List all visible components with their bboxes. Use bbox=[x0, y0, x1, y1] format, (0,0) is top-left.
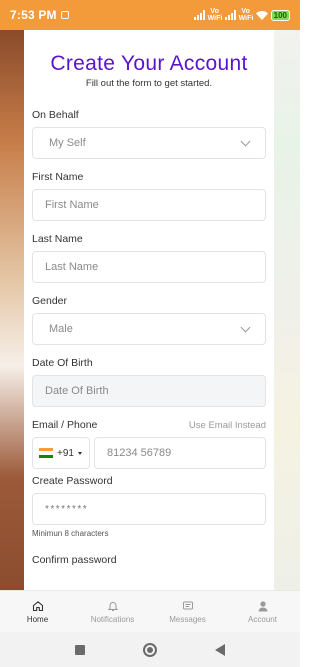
india-flag-icon bbox=[39, 448, 53, 458]
status-time: 7:53 PM bbox=[10, 8, 57, 22]
chevron-down-icon bbox=[240, 136, 251, 146]
vowifi-label: Vo WiFi bbox=[207, 8, 223, 22]
gender-value: Male bbox=[49, 323, 73, 335]
confirm-password-label: Confirm password bbox=[32, 554, 117, 566]
signal-icon bbox=[193, 10, 205, 20]
last-name-label: Last Name bbox=[32, 233, 83, 245]
dob-input[interactable]: Date Of Birth bbox=[32, 375, 266, 407]
nav-label-notifications: Notifications bbox=[90, 614, 135, 624]
chevron-down-icon bbox=[240, 322, 251, 332]
user-icon bbox=[257, 600, 269, 612]
signup-form-card: Create Your Account Fill out the form to… bbox=[24, 38, 274, 598]
nav-item-account[interactable]: Account bbox=[225, 591, 300, 632]
bottom-nav: Home Notifications Messages Account bbox=[0, 590, 300, 632]
password-value: ******** bbox=[45, 503, 89, 515]
nav-label-account: Account bbox=[248, 614, 277, 624]
country-code-value: +91 bbox=[57, 447, 74, 459]
bell-icon bbox=[107, 600, 119, 612]
nav-label-messages: Messages bbox=[169, 614, 206, 624]
background-image-right bbox=[274, 30, 300, 590]
page-subtitle: Fill out the form to get started. bbox=[85, 78, 213, 89]
home-icon bbox=[32, 600, 44, 612]
gender-select[interactable]: Male bbox=[32, 313, 266, 345]
signal-icon bbox=[224, 10, 236, 20]
vowifi-label: Vo WiFi bbox=[238, 8, 254, 22]
on-behalf-select[interactable]: My Self bbox=[32, 127, 266, 159]
home-circle-icon[interactable] bbox=[143, 642, 157, 657]
nav-item-home[interactable]: Home bbox=[0, 591, 75, 632]
gender-label: Gender bbox=[32, 295, 68, 307]
password-input[interactable]: ******** bbox=[32, 493, 266, 525]
page-title: Create Your Account bbox=[50, 52, 248, 75]
caret-down-icon bbox=[77, 451, 82, 455]
use-email-toggle[interactable]: Use Email Instead bbox=[189, 420, 266, 431]
nav-item-notifications[interactable]: Notifications bbox=[75, 591, 150, 632]
status-bar: 7:53 PM Vo WiFi Vo WiFi 100 bbox=[0, 0, 300, 30]
dob-placeholder: Date Of Birth bbox=[45, 385, 109, 397]
background-image-left bbox=[0, 30, 24, 590]
contact-label-row: Email / Phone Use Email Instead bbox=[32, 419, 266, 431]
nav-item-messages[interactable]: Messages bbox=[150, 591, 225, 632]
instagram-icon bbox=[60, 11, 69, 19]
first-name-placeholder: First Name bbox=[45, 199, 99, 211]
last-name-input[interactable]: Last Name bbox=[32, 251, 266, 283]
on-behalf-value: My Self bbox=[49, 137, 86, 149]
phone-placeholder: 81234 56789 bbox=[107, 447, 172, 459]
contact-label: Email / Phone bbox=[32, 419, 98, 431]
last-name-placeholder: Last Name bbox=[45, 261, 99, 273]
dob-label: Date Of Birth bbox=[32, 357, 93, 369]
system-nav-bar bbox=[0, 632, 300, 667]
password-hint: Minimun 8 characters bbox=[32, 529, 109, 538]
back-icon[interactable] bbox=[215, 643, 225, 656]
nav-label-home: Home bbox=[26, 614, 49, 624]
on-behalf-label: On Behalf bbox=[32, 109, 79, 121]
phone-input[interactable]: 81234 56789 bbox=[94, 437, 266, 469]
password-label: Create Password bbox=[32, 475, 113, 487]
phone-row: +91 81234 56789 bbox=[32, 437, 266, 469]
first-name-input[interactable]: First Name bbox=[32, 189, 266, 221]
status-icons: Vo WiFi Vo WiFi 100 bbox=[193, 8, 290, 22]
battery-icon: 100 bbox=[270, 9, 290, 21]
recents-icon[interactable] bbox=[75, 644, 85, 655]
country-code-select[interactable]: +91 bbox=[32, 437, 90, 469]
message-icon bbox=[182, 600, 194, 612]
wifi-icon bbox=[255, 10, 268, 20]
first-name-label: First Name bbox=[32, 171, 84, 183]
